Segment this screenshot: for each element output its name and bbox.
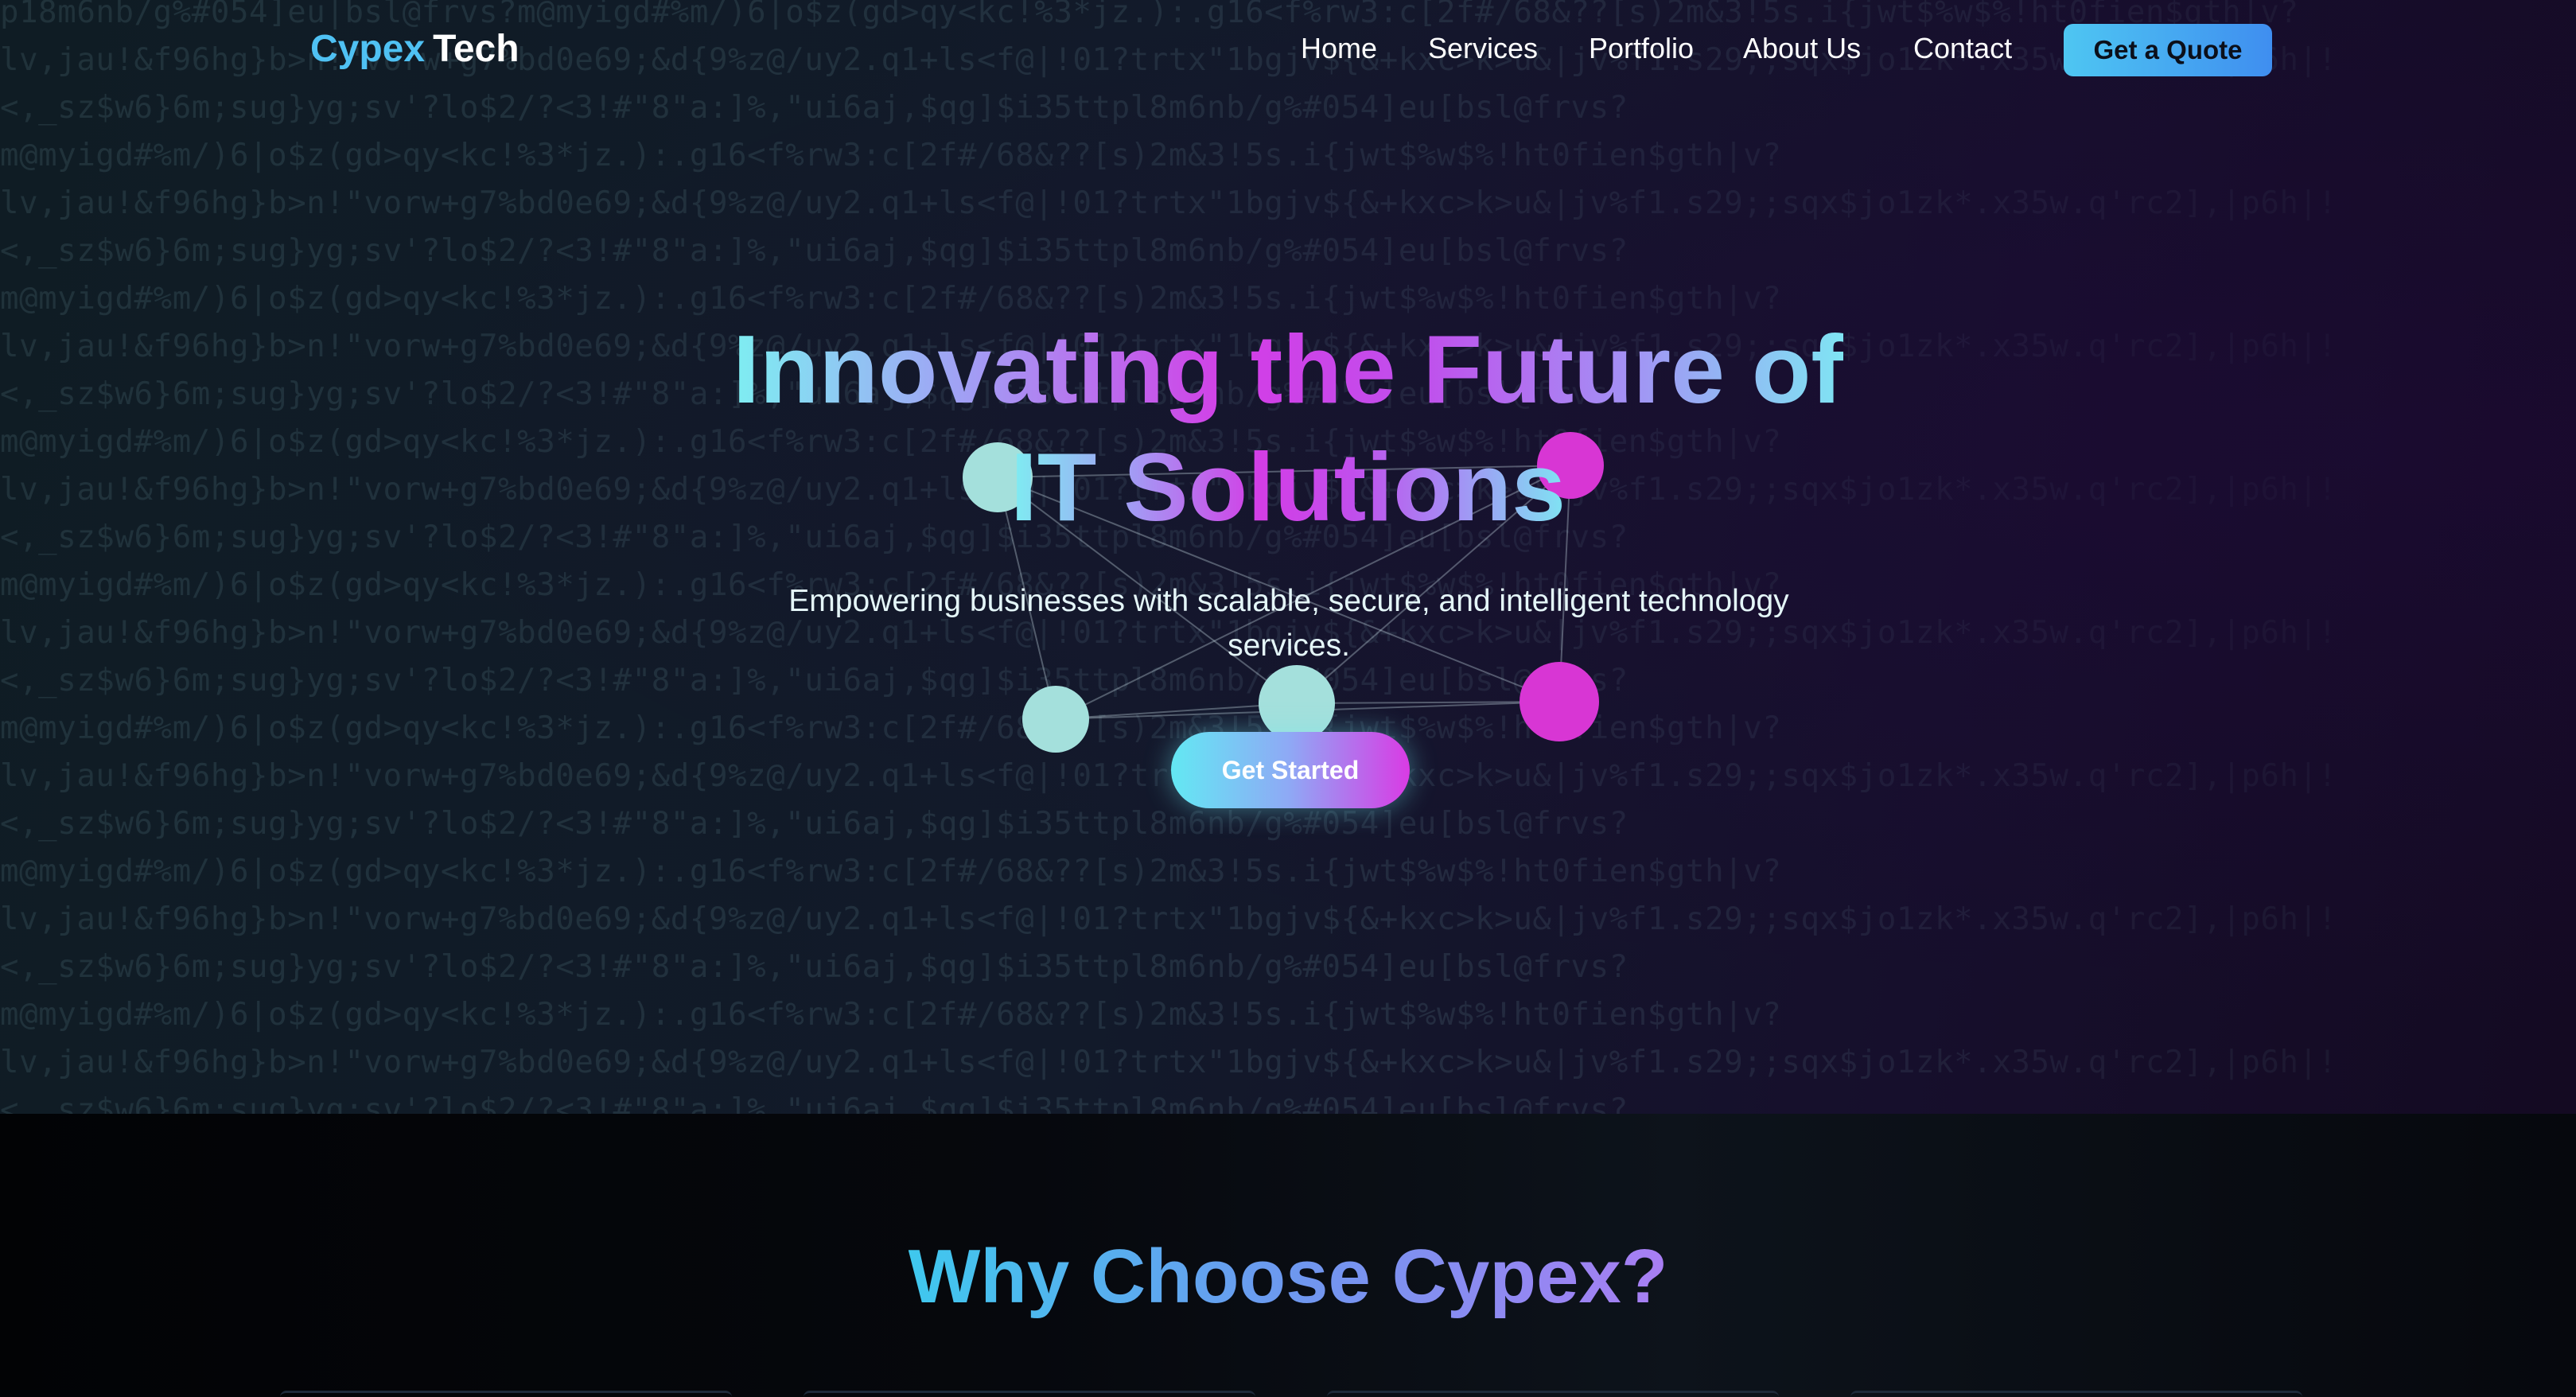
why-choose-section: Why Choose Cypex?: [0, 1114, 2576, 1397]
get-started-button[interactable]: Get Started: [1171, 732, 1410, 808]
feature-card: [280, 1391, 732, 1397]
why-title-text: Why Choose Cypex?: [908, 1234, 1668, 1319]
feature-card: [804, 1391, 1255, 1397]
brand-name-part2: Tech: [433, 28, 519, 70]
feature-card: [1850, 1391, 2302, 1397]
nav-link-portfolio[interactable]: Portfolio: [1589, 32, 1694, 65]
hero-title-line2: IT Solutions: [1010, 433, 1566, 541]
nav-link-contact[interactable]: Contact: [1913, 32, 2012, 65]
network-graphic: [963, 432, 1604, 753]
brand-logo[interactable]: Cypex Tech: [310, 27, 519, 71]
top-navigation: Cypex Tech Home Services Portfolio About …: [0, 0, 2576, 103]
nav-link-about-us[interactable]: About Us: [1743, 32, 1861, 65]
brand-name-part1: Cypex: [310, 28, 426, 70]
feature-card: [1327, 1391, 1779, 1397]
get-a-quote-button[interactable]: Get a Quote: [2064, 24, 2272, 76]
hero-title-line1: Innovating the Future of: [732, 315, 1844, 423]
network-node: [1022, 686, 1089, 753]
network-node: [1520, 662, 1599, 741]
hero-subtitle: Empowering businesses with scalable, sec…: [788, 584, 1789, 663]
nav-link-home[interactable]: Home: [1301, 32, 1377, 65]
network-node: [1259, 665, 1335, 741]
why-section-title: Why Choose Cypex?: [0, 1233, 2576, 1321]
hero-headline: Innovating the Future of IT Solutions: [0, 310, 2576, 546]
nav-link-services[interactable]: Services: [1428, 32, 1538, 65]
hero-section: p18m6nb/g%#054]eu|bsl@frvs?m@myigd#%m/)6…: [0, 0, 2576, 1114]
